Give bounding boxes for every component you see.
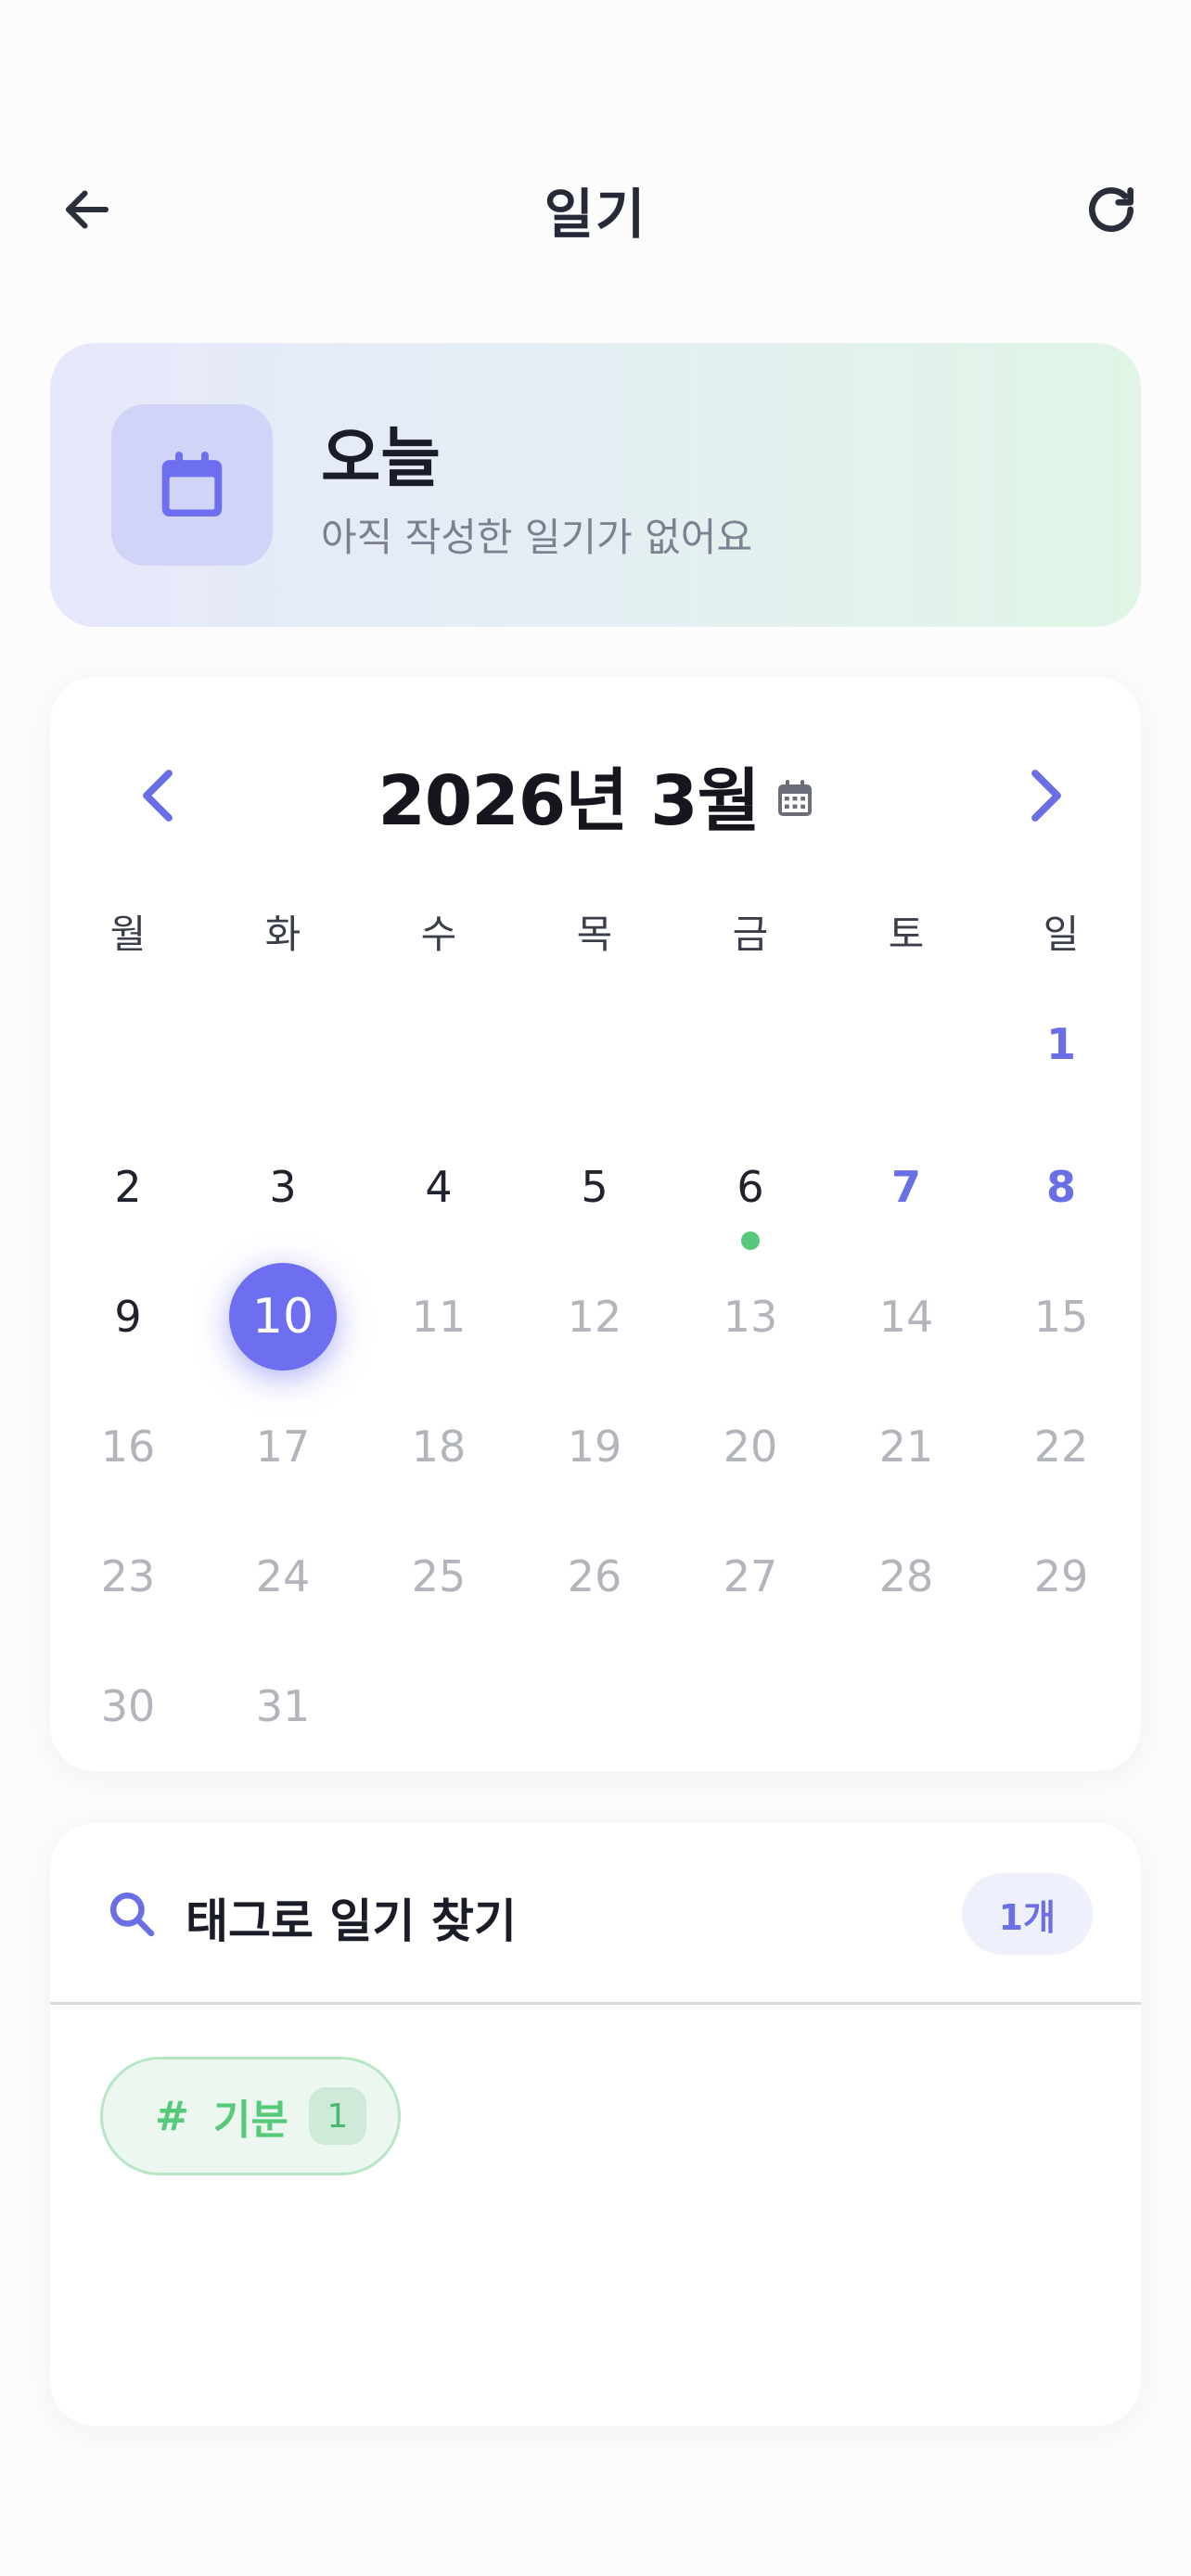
calendar-day[interactable]: 7	[852, 1133, 960, 1241]
calendar-day[interactable]: 30	[74, 1652, 182, 1760]
calendar-day[interactable]: 12	[541, 1263, 648, 1371]
calendar-day[interactable]: 20	[697, 1393, 804, 1500]
today-icon-box	[111, 404, 273, 566]
search-icon	[102, 1884, 161, 1944]
tag-search-header: 태그로 일기 찾기 1개	[50, 1823, 1141, 2005]
calendar-day[interactable]: 14	[852, 1263, 960, 1371]
calendar-day[interactable]: 8	[1007, 1133, 1115, 1241]
hash-icon: #	[155, 2092, 189, 2140]
calendar-day[interactable]: 4	[385, 1133, 493, 1241]
refresh-icon	[1089, 186, 1134, 233]
tag-chip-label: 기분	[212, 2097, 288, 2144]
calendar-day[interactable]: 28	[852, 1523, 960, 1630]
calendar-day[interactable]: 17	[229, 1393, 337, 1500]
diary-entry-dot	[741, 1231, 760, 1250]
page-title: 일기	[544, 183, 647, 246]
calendar-day[interactable]: 19	[541, 1393, 648, 1500]
calendar-card: 2026년 3월 월화수목금토 일 1 2 3 4 5 6 7 8 9 10 1…	[50, 677, 1141, 1771]
tag-chip[interactable]: # 기분 1	[100, 2057, 401, 2175]
today-title: 오늘	[321, 420, 441, 496]
calendar-day[interactable]: 23	[74, 1523, 182, 1630]
calendar-day[interactable]: 11	[385, 1263, 493, 1371]
calendar-day[interactable]: 9	[74, 1263, 182, 1371]
calendar-day[interactable]: 6	[697, 1133, 804, 1241]
today-card[interactable]: 오늘 아직 작성한 일기가 없어요	[50, 343, 1141, 627]
refresh-button[interactable]	[1076, 174, 1146, 245]
calendar-day[interactable]: 5	[541, 1133, 648, 1241]
today-status-text: 아직 작성한 일기가 없어요	[321, 515, 753, 560]
calendar-day[interactable]: 26	[541, 1523, 648, 1630]
diary-screen: 일기 오늘 아직 작성한 일기가 없어요 2026년 3월 월 화 수 목 금 …	[0, 0, 1191, 2576]
tag-count-badge: 1개	[961, 1873, 1093, 1955]
calendar-grid: 1 2 3 4 5 6 7 8 9 10 11 12 13 14 15 16 17 18 19 20 21 22 23 24 2…	[50, 677, 1141, 1771]
calendar-day[interactable]: 31	[229, 1652, 337, 1760]
calendar-day[interactable]: 22	[1007, 1393, 1115, 1500]
calendar-day[interactable]: 1	[1007, 990, 1115, 1098]
calendar-day[interactable]: 21	[852, 1393, 960, 1500]
app-header: 일기	[0, 139, 1191, 278]
tag-search-card: 태그로 일기 찾기 1개 # 기분 1	[50, 1823, 1141, 2426]
calendar-day-today[interactable]: 10	[229, 1263, 337, 1371]
calendar-day[interactable]: 29	[1007, 1523, 1115, 1630]
calendar-day[interactable]: 16	[74, 1393, 182, 1500]
calendar-icon	[161, 452, 223, 517]
calendar-day[interactable]: 2	[74, 1133, 182, 1241]
calendar-day[interactable]: 18	[385, 1393, 493, 1500]
calendar-day[interactable]: 13	[697, 1263, 804, 1371]
calendar-day[interactable]: 15	[1007, 1263, 1115, 1371]
tag-search-title: 태그로 일기 찾기	[186, 1894, 517, 1948]
tag-chip-count: 1	[308, 2087, 366, 2145]
calendar-day[interactable]: 25	[385, 1523, 493, 1630]
calendar-day[interactable]: 24	[229, 1523, 337, 1630]
calendar-day[interactable]: 27	[697, 1523, 804, 1630]
calendar-day[interactable]: 3	[229, 1133, 337, 1241]
